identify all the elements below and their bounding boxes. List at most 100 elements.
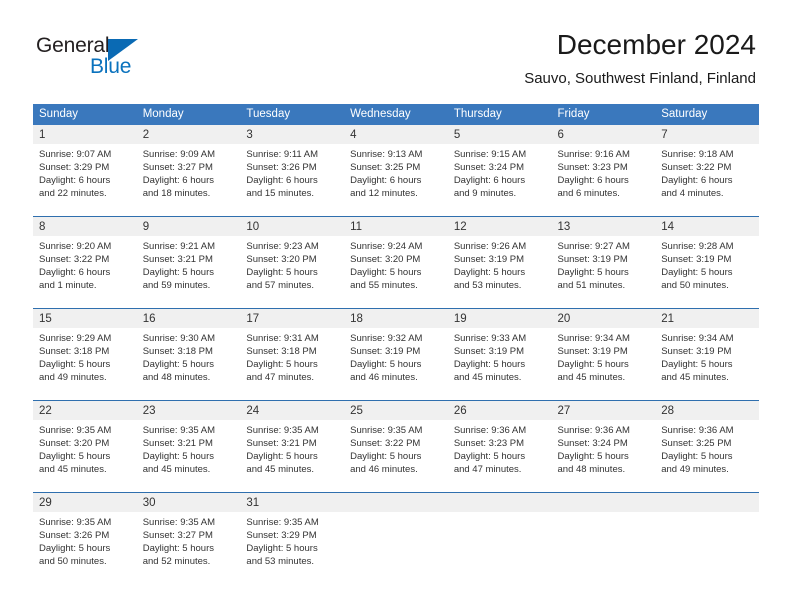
sunrise-text: Sunrise: 9:13 AM [350, 149, 423, 160]
daylight-text-line2: and 45 minutes. [39, 464, 107, 476]
calendar-day-cell[interactable]: 26 Sunrise: 9:36 AM Sunset: 3:23 PM Dayligh… [447, 401, 552, 492]
sunrise-text: Sunrise: 9:26 AM [453, 241, 527, 252]
sunset-text: Sunset: 3:22 PM [39, 254, 110, 266]
daylight-text-line2: and 9 minutes. [453, 188, 517, 200]
day-number-band: 24 [240, 401, 345, 420]
calendar-day-cell[interactable]: 11 Sunrise: 9:24 AM Sunset: 3:20 PM Dayligh… [344, 217, 448, 308]
day-number: 5 [453, 129, 461, 141]
day-header-tuesday: Tuesday [246, 108, 291, 120]
sunset-text: Sunset: 3:19 PM [453, 346, 525, 358]
day-details: Sunrise: 9:15 AM Sunset: 3:24 PM Daylight:… [448, 144, 552, 200]
calendar-day-cell[interactable]: 14 Sunrise: 9:28 AM Sunset: 3:19 PM Dayligh… [655, 217, 759, 308]
daylight-text-line1: Daylight: 6 hours [350, 175, 422, 187]
day-header-saturday: Saturday [661, 108, 708, 120]
calendar-week-row: 8 Sunrise: 9:20 AM Sunset: 3:22 PM Daylight… [33, 216, 759, 308]
day-number: 13 [557, 221, 571, 233]
day-details: Sunrise: 9:26 AM Sunset: 3:19 PM Daylight:… [448, 236, 552, 292]
sunrise-text: Sunrise: 9:35 AM [246, 425, 319, 436]
calendar-day-cell[interactable]: 18 Sunrise: 9:32 AM Sunset: 3:19 PM Dayligh… [344, 309, 448, 400]
sunset-text: Sunset: 3:23 PM [557, 162, 628, 174]
calendar-day-cell[interactable]: 12 Sunrise: 9:26 AM Sunset: 3:19 PM Dayligh… [447, 217, 552, 308]
daylight-text-line1: Daylight: 5 hours [661, 267, 733, 279]
calendar-day-cell[interactable]: 6 Sunrise: 9:16 AM Sunset: 3:23 PM Daylight… [551, 125, 656, 216]
day-details: Sunrise: 9:35 AM Sunset: 3:21 PM Daylight:… [240, 420, 344, 476]
daylight-text-line2: and 48 minutes. [557, 464, 626, 476]
day-header-wednesday: Wednesday [350, 108, 411, 120]
calendar-day-cell[interactable]: 8 Sunrise: 9:20 AM Sunset: 3:22 PM Daylight… [33, 217, 137, 308]
daylight-text-line2: and 51 minutes. [557, 280, 626, 292]
daylight-text-line1: Daylight: 5 hours [453, 451, 526, 463]
daylight-text-line2: and 6 minutes. [557, 188, 620, 200]
calendar-day-cell[interactable]: 20 Sunrise: 9:34 AM Sunset: 3:19 PM Dayligh… [551, 309, 656, 400]
day-details: Sunrise: 9:13 AM Sunset: 3:25 PM Daylight:… [344, 144, 448, 200]
daylight-text-line1: Daylight: 5 hours [453, 359, 526, 371]
calendar-day-cell[interactable]: 1 Sunrise: 9:07 AM Sunset: 3:29 PM Daylight… [33, 125, 137, 216]
day-number: 1 [39, 129, 46, 141]
calendar-day-cell[interactable]: 5 Sunrise: 9:15 AM Sunset: 3:24 PM Daylight… [447, 125, 552, 216]
day-details: Sunrise: 9:32 AM Sunset: 3:19 PM Daylight:… [344, 328, 448, 384]
daylight-text-line1: Daylight: 5 hours [142, 543, 214, 555]
day-number-band: 3 [240, 125, 345, 144]
calendar-day-cell[interactable]: 17 Sunrise: 9:31 AM Sunset: 3:18 PM Dayligh… [240, 309, 345, 400]
day-number-band: 4 [344, 125, 448, 144]
calendar-day-cell[interactable]: 23 Sunrise: 9:35 AM Sunset: 3:21 PM Dayligh… [136, 401, 241, 492]
calendar-day-cell[interactable]: 3 Sunrise: 9:11 AM Sunset: 3:26 PM Daylight… [240, 125, 345, 216]
calendar-day-cell[interactable]: 30 Sunrise: 9:35 AM Sunset: 3:27 PM Dayligh… [136, 493, 241, 584]
day-number-band [344, 493, 448, 512]
daylight-text-line1: Daylight: 5 hours [661, 359, 733, 371]
calendar-day-cell[interactable]: 16 Sunrise: 9:30 AM Sunset: 3:18 PM Dayligh… [136, 309, 241, 400]
day-number-band: 31 [240, 493, 345, 512]
calendar-day-cell[interactable]: 19 Sunrise: 9:33 AM Sunset: 3:19 PM Dayligh… [447, 309, 552, 400]
day-number-band: 5 [447, 125, 552, 144]
calendar-day-cell[interactable]: 7 Sunrise: 9:18 AM Sunset: 3:22 PM Daylight… [655, 125, 759, 216]
day-details: Sunrise: 9:34 AM Sunset: 3:19 PM Daylight:… [552, 328, 656, 384]
day-number-band: 17 [240, 309, 345, 328]
calendar-day-cell[interactable]: 28 Sunrise: 9:36 AM Sunset: 3:25 PM Dayligh… [655, 401, 759, 492]
daylight-text-line1: Daylight: 6 hours [661, 175, 733, 187]
calendar-day-cell[interactable]: 29 Sunrise: 9:35 AM Sunset: 3:26 PM Dayligh… [33, 493, 137, 584]
daylight-text-line2: and 50 minutes. [661, 280, 729, 292]
day-number-band: 29 [33, 493, 137, 512]
sunset-text: Sunset: 3:20 PM [350, 254, 421, 266]
daylight-text-line1: Daylight: 5 hours [350, 451, 422, 463]
day-number-band: 8 [33, 217, 137, 236]
sunset-text: Sunset: 3:27 PM [142, 162, 213, 174]
day-number: 9 [142, 221, 150, 233]
day-number-band: 10 [240, 217, 345, 236]
day-number: 23 [142, 405, 156, 417]
calendar-day-cell[interactable]: 10 Sunrise: 9:23 AM Sunset: 3:20 PM Dayligh… [240, 217, 345, 308]
calendar-day-cell[interactable]: 15 Sunrise: 9:29 AM Sunset: 3:18 PM Dayligh… [33, 309, 137, 400]
calendar-day-cell[interactable]: 24 Sunrise: 9:35 AM Sunset: 3:21 PM Dayligh… [240, 401, 345, 492]
calendar-day-cell[interactable]: 9 Sunrise: 9:21 AM Sunset: 3:21 PM Daylight… [136, 217, 241, 308]
day-number-band: 1 [33, 125, 137, 144]
sunrise-text: Sunrise: 9:15 AM [453, 149, 527, 160]
day-details: Sunrise: 9:35 AM Sunset: 3:29 PM Daylight:… [240, 512, 344, 568]
calendar-day-cell[interactable]: 25 Sunrise: 9:35 AM Sunset: 3:22 PM Dayligh… [344, 401, 448, 492]
daylight-text-line1: Daylight: 6 hours [246, 175, 318, 187]
calendar-day-cell[interactable]: 4 Sunrise: 9:13 AM Sunset: 3:25 PM Daylight… [344, 125, 448, 216]
general-blue-logo[interactable]: General Blue [36, 34, 176, 82]
daylight-text-line1: Daylight: 5 hours [246, 267, 318, 279]
page-title: December 2024 [556, 29, 756, 60]
calendar-day-cell[interactable]: 27 Sunrise: 9:36 AM Sunset: 3:24 PM Dayligh… [551, 401, 656, 492]
calendar-day-cell[interactable]: 13 Sunrise: 9:27 AM Sunset: 3:19 PM Dayligh… [551, 217, 656, 308]
calendar-day-cell[interactable]: 22 Sunrise: 9:35 AM Sunset: 3:20 PM Dayligh… [33, 401, 137, 492]
day-details: Sunrise: 9:21 AM Sunset: 3:21 PM Daylight:… [137, 236, 241, 292]
day-number-band: 7 [655, 125, 759, 144]
daylight-text-line2: and 12 minutes. [350, 188, 418, 200]
day-details: Sunrise: 9:36 AM Sunset: 3:23 PM Daylight:… [448, 420, 552, 476]
calendar-day-cell[interactable]: 31 Sunrise: 9:35 AM Sunset: 3:29 PM Dayligh… [240, 493, 345, 584]
day-details: Sunrise: 9:35 AM Sunset: 3:22 PM Daylight:… [344, 420, 448, 476]
calendar-day-cell[interactable]: 21 Sunrise: 9:34 AM Sunset: 3:19 PM Dayligh… [655, 309, 759, 400]
daylight-text-line2: and 45 minutes. [142, 464, 211, 476]
day-number: 20 [557, 313, 571, 325]
calendar-day-cell[interactable]: 2 Sunrise: 9:09 AM Sunset: 3:27 PM Daylight… [136, 125, 241, 216]
calendar-day-cell-empty [447, 493, 552, 584]
day-details: Sunrise: 9:09 AM Sunset: 3:27 PM Daylight:… [137, 144, 241, 200]
calendar-grid: Sunday Monday Tuesday Wednesday Thursday… [33, 104, 759, 584]
calendar-day-cell-empty [344, 493, 448, 584]
day-number: 10 [246, 221, 260, 233]
sunrise-text: Sunrise: 9:35 AM [350, 425, 423, 436]
sunrise-text: Sunrise: 9:27 AM [557, 241, 630, 252]
daylight-text-line2: and 55 minutes. [350, 280, 418, 292]
